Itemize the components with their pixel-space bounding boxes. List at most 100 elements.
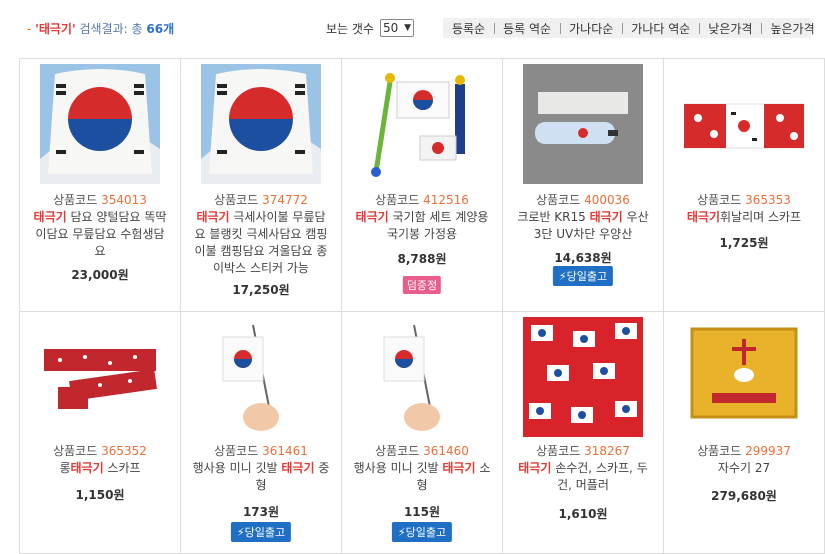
product-name[interactable]: 행사용 미니 깃발 태극기 중형: [191, 460, 331, 494]
product-card[interactable]: 상품코드 361460 행사용 미니 깃발 태극기 소형 115원 ⚡당일출고: [342, 312, 503, 554]
product-code-value: 365353: [745, 193, 791, 207]
product-image[interactable]: [684, 317, 804, 437]
product-name[interactable]: 태극기휘날리며 스카프: [674, 209, 814, 226]
product-code-label: 상품코드: [375, 193, 420, 207]
name-keyword: 태극기: [196, 210, 230, 224]
sort-price-low[interactable]: 낮은가격: [699, 20, 761, 37]
product-code-label: 상품코드: [375, 444, 420, 458]
product-price: 8,788원: [397, 252, 447, 266]
product-code-value: 400036: [584, 193, 630, 207]
same-day-badge: ⚡당일출고: [230, 522, 292, 542]
product-code: 상품코드 354013: [20, 191, 180, 208]
result-count: 66: [146, 22, 164, 36]
product-price: 1,610원: [558, 507, 608, 521]
name-text: 손수건, 스카프, 두건, 머플러: [551, 461, 648, 492]
product-code-value: 361460: [423, 444, 469, 458]
same-day-badge: ⚡당일출고: [552, 266, 614, 286]
product-code-value: 299937: [745, 444, 791, 458]
product-card[interactable]: 상품코드 361461 행사용 미니 깃발 태극기 중형 173원 ⚡당일출고: [181, 312, 342, 554]
product-code-value: 318267: [584, 444, 630, 458]
product-price: 279,680원: [711, 489, 777, 503]
product-code: 상품코드 361460: [342, 442, 502, 459]
name-keyword: 태극기: [70, 461, 104, 475]
product-name[interactable]: 태극기 국기함 세트 계양용 국기봉 가정용: [352, 209, 492, 243]
sort-alpha-desc[interactable]: 가나다 역순: [622, 20, 699, 37]
search-result-summary: - '태극기' 검색결과: 총 66개: [27, 20, 174, 37]
product-card[interactable]: 상품코드 354013 태극기 담요 양털담요 똑딱이담요 무릎담요 수험생담요…: [20, 59, 181, 312]
product-card[interactable]: 상품코드 400036 크로반 KR15 태극기 우산 3단 UV차단 우양산 …: [503, 59, 664, 312]
product-image[interactable]: [40, 317, 160, 437]
name-prefix: 행사용 미니 깃발: [353, 461, 443, 475]
product-code: 상품코드 299937: [664, 442, 824, 459]
product-code-label: 상품코드: [214, 193, 259, 207]
product-image[interactable]: [201, 64, 321, 184]
per-page-control: 보는 갯수 50 ▼: [326, 19, 414, 37]
product-name[interactable]: 행사용 미니 깃발 태극기 소형: [352, 460, 492, 494]
product-image[interactable]: [362, 317, 482, 437]
product-image[interactable]: [523, 64, 643, 184]
product-code-value: 361461: [262, 444, 308, 458]
gift-badge: 덤증정: [402, 276, 442, 294]
bullet: -: [27, 22, 32, 36]
product-name[interactable]: 태극기 손수건, 스카프, 두건, 머플러: [513, 460, 653, 494]
name-keyword: 태극기: [281, 461, 315, 475]
product-name[interactable]: 태극기 담요 양털담요 똑딱이담요 무릎담요 수험생담요: [30, 209, 170, 260]
name-keyword: 태극기: [518, 461, 552, 475]
product-image[interactable]: [523, 317, 643, 437]
product-card[interactable]: 상품코드 299937 자수기 27 279,680원: [664, 312, 825, 554]
product-code-label: 상품코드: [214, 444, 259, 458]
product-name[interactable]: 자수기 27: [674, 460, 814, 477]
result-unit: 개: [163, 22, 175, 36]
product-code: 상품코드 412516: [342, 191, 502, 208]
chevron-down-icon: ▼: [404, 23, 411, 33]
name-keyword: 태극기: [355, 210, 389, 224]
name-prefix: 행사용 미니 깃발: [192, 461, 282, 475]
product-code: 상품코드 361461: [181, 442, 341, 459]
product-code-value: 374772: [262, 193, 308, 207]
product-card[interactable]: 상품코드 374772 태극기 극세사이불 무릎담요 블랭킷 극세사담요 캠핑이…: [181, 59, 342, 312]
product-image[interactable]: [40, 64, 160, 184]
product-name[interactable]: 크로반 KR15 태극기 우산 3단 UV차단 우양산: [513, 209, 653, 243]
name-keyword: 태극기: [33, 210, 67, 224]
sort-price-high[interactable]: 높은가격: [761, 20, 823, 37]
product-name[interactable]: 태극기 극세사이불 무릎담요 블랭킷 극세사담요 캠핑이불 캠핑담요 겨울담요 …: [191, 209, 331, 277]
product-code: 상품코드 374772: [181, 191, 341, 208]
sort-bar: 등록순 등록 역순 가나다순 가나다 역순 낮은가격 높은가격: [443, 18, 815, 38]
name-prefix: 롱: [59, 461, 71, 475]
sort-registered[interactable]: 등록순: [443, 20, 494, 37]
product-price: 23,000원: [71, 268, 129, 282]
product-code-label: 상품코드: [536, 444, 581, 458]
product-price: 17,250원: [232, 283, 290, 297]
search-keyword: '태극기': [35, 22, 76, 36]
product-code-label: 상품코드: [536, 193, 581, 207]
toolbar: - '태극기' 검색결과: 총 66개 보는 갯수 50 ▼ 등록순 등록 역순…: [0, 0, 825, 58]
product-image[interactable]: [684, 64, 804, 184]
product-grid: 상품코드 354013 태극기 담요 양털담요 똑딱이담요 무릎담요 수험생담요…: [19, 58, 825, 554]
product-card[interactable]: 상품코드 365352 롱태극기 스카프 1,150원: [20, 312, 181, 554]
sort-alpha[interactable]: 가나다순: [560, 20, 622, 37]
product-card[interactable]: 상품코드 365353 태극기휘날리며 스카프 1,725원: [664, 59, 825, 312]
result-label: 검색결과: 총: [79, 22, 143, 36]
name-keyword: 태극기: [589, 210, 623, 224]
product-price: 1,150원: [75, 488, 125, 502]
product-code: 상품코드 365352: [20, 442, 180, 459]
product-code: 상품코드 365353: [664, 191, 824, 208]
product-code-value: 365352: [101, 444, 147, 458]
sort-registered-desc[interactable]: 등록 역순: [494, 20, 560, 37]
product-image[interactable]: [201, 317, 321, 437]
product-name[interactable]: 롱태극기 스카프: [30, 460, 170, 477]
product-card[interactable]: 상품코드 318267 태극기 손수건, 스카프, 두건, 머플러 1,610원: [503, 312, 664, 554]
per-page-select[interactable]: 50 ▼: [379, 19, 414, 37]
product-card[interactable]: 상품코드 412516 태극기 국기함 세트 계양용 국기봉 가정용 8,788…: [342, 59, 503, 312]
product-code-value: 354013: [101, 193, 147, 207]
product-code-value: 412516: [423, 193, 469, 207]
product-code-label: 상품코드: [697, 193, 742, 207]
name-text: 스카프: [103, 461, 141, 475]
product-image[interactable]: [362, 64, 482, 184]
product-price: 173원: [242, 505, 280, 519]
product-code-label: 상품코드: [53, 444, 98, 458]
name-keyword: 태극기: [686, 210, 720, 224]
product-code: 상품코드 318267: [503, 442, 663, 459]
name-prefix: 크로반 KR15: [517, 210, 590, 224]
product-code-label: 상품코드: [53, 193, 98, 207]
